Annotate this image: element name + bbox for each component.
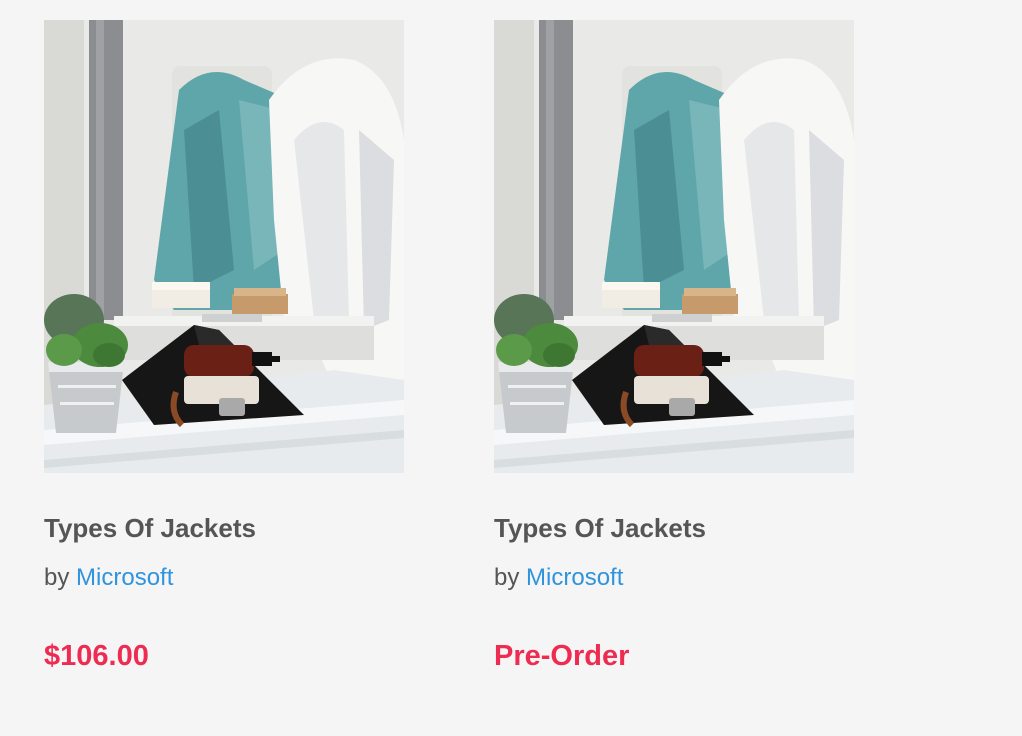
vendor-prefix: by <box>494 564 520 591</box>
product-title[interactable]: Types Of Jackets <box>44 513 404 543</box>
product-title[interactable]: Types Of Jackets <box>494 513 854 543</box>
product-price: $106.00 <box>44 640 149 672</box>
product-image-link[interactable] <box>44 20 404 473</box>
product-card: Types Of Jackets by Microsoft $106.00 <box>44 20 404 673</box>
product-photo <box>494 20 854 473</box>
product-image-link[interactable] <box>494 20 854 473</box>
product-card: Types Of Jackets by Microsoft Pre-Order <box>494 20 854 673</box>
product-grid: Types Of Jackets by Microsoft $106.00 Ty… <box>44 20 854 673</box>
product-photo <box>44 20 404 473</box>
product-vendor: by Microsoft <box>494 563 854 593</box>
vendor-prefix: by <box>44 564 70 591</box>
vendor-link[interactable]: Microsoft <box>526 564 623 591</box>
vendor-link[interactable]: Microsoft <box>76 564 173 591</box>
product-price: Pre-Order <box>494 640 630 672</box>
product-vendor: by Microsoft <box>44 563 404 593</box>
